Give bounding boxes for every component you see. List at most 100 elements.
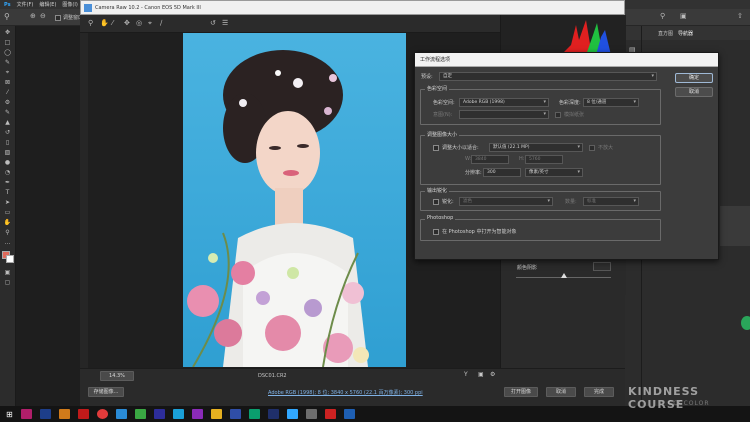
brush-tool-icon[interactable]: ✎	[3, 109, 12, 116]
history-brush-tool-icon[interactable]: ↺	[3, 129, 12, 136]
shape-tool-icon[interactable]: ▭	[3, 209, 12, 216]
taskbar-app-icon[interactable]	[20, 409, 32, 419]
taskbar-app-icon[interactable]	[229, 409, 241, 419]
done-button[interactable]: 完成	[584, 387, 614, 397]
zoom-tool-icon[interactable]: ⚲	[4, 12, 10, 21]
taskbar-app-icon[interactable]	[39, 409, 51, 419]
crop-tool-icon[interactable]: ⌖	[148, 19, 152, 28]
taskbar-app-icon[interactable]	[96, 409, 108, 419]
taskbar-app-icon[interactable]	[115, 409, 127, 419]
share-icon[interactable]: ⇧	[737, 12, 743, 20]
taskbar-app-icon[interactable]	[305, 409, 317, 419]
smart-object-label: 在 Photoshop 中打开为智能对象	[442, 229, 517, 235]
resize-fit-select[interactable]: 默认值 (22.1 MP)	[489, 143, 583, 152]
taskbar-app-icon[interactable]	[58, 409, 70, 419]
dodge-tool-icon[interactable]: ◔	[3, 169, 12, 176]
crop-tool-icon[interactable]: ⌖	[3, 69, 12, 76]
zoom-out-icon[interactable]: ⊖	[40, 12, 46, 20]
taskbar-app-icon[interactable]	[267, 409, 279, 419]
taskbar-app-icon[interactable]	[210, 409, 222, 419]
color-depth-select[interactable]: 8 位/通道	[583, 98, 639, 107]
ok-button[interactable]: 确定	[675, 73, 713, 83]
workflow-options-link[interactable]: Adobe RGB (1998); 8 位; 3840 x 5760 (22.1…	[268, 389, 423, 396]
chat-bubble-icon[interactable]	[741, 316, 750, 330]
stamp-tool-icon[interactable]: ▲	[3, 119, 12, 126]
color-sampler-tool-icon[interactable]: ✥	[124, 19, 130, 27]
taskbar-app-icon[interactable]	[286, 409, 298, 419]
taskbar-app-icon[interactable]	[77, 409, 89, 419]
eyedropper-tool-icon[interactable]: ⁄	[3, 89, 12, 96]
taskbar-app-icon[interactable]	[343, 409, 355, 419]
ps-logo-icon[interactable]: Ps	[4, 2, 11, 8]
taskbar-app-icon[interactable]	[172, 409, 184, 419]
open-image-button[interactable]: 打开图像	[504, 387, 538, 397]
type-tool-icon[interactable]: T	[3, 189, 12, 196]
preview-photo	[183, 33, 406, 367]
screen-mode-icon[interactable]: ▢	[3, 279, 12, 286]
menu-edit[interactable]: 编辑(E)	[39, 1, 56, 8]
hand-tool-icon[interactable]: ✋	[100, 19, 109, 27]
workflow-options-dialog: 工作流程选项 预设: 自定 确定 取消 色彩空间 色彩空间: Adobe RGB…	[414, 52, 719, 260]
color-space-heading: 色彩空间	[425, 85, 450, 92]
background-color-swatch[interactable]	[6, 255, 14, 263]
preferences-icon[interactable]: ☰	[222, 19, 228, 27]
slider-thumb[interactable]	[561, 273, 567, 278]
frame-tool-icon[interactable]: ⊠	[3, 79, 12, 86]
color-space-select[interactable]: Adobe RGB (1998)	[459, 98, 549, 107]
simulate-paper-checkbox	[555, 112, 561, 118]
target-adjust-tool-icon[interactable]: ◎	[136, 19, 142, 27]
preset-select[interactable]: 自定	[439, 72, 657, 81]
resolution-label: 分辨率:	[465, 170, 482, 176]
resize-window-checkbox[interactable]	[55, 15, 61, 21]
lasso-tool-icon[interactable]: ◯	[3, 49, 12, 56]
path-select-tool-icon[interactable]: ➤	[3, 199, 12, 206]
zoom-level-field[interactable]: 14.3%	[100, 371, 134, 381]
watermark-subtext: CCCCOLOR	[668, 400, 710, 407]
taskbar-app-icon[interactable]	[324, 409, 336, 419]
smart-object-checkbox[interactable]	[433, 229, 439, 235]
gradient-tool-icon[interactable]: ▧	[3, 149, 12, 156]
zoom-in-icon[interactable]: ⊕	[30, 12, 36, 20]
resolution-field[interactable]: 300	[483, 168, 521, 177]
marquee-tool-icon[interactable]: □	[3, 39, 12, 46]
move-tool-icon[interactable]: ✥	[3, 29, 12, 36]
pen-tool-icon[interactable]: ✒	[3, 179, 12, 186]
taskbar-app-icon[interactable]	[153, 409, 165, 419]
hand-tool-icon[interactable]: ✋	[3, 219, 12, 226]
zoom-tool-icon[interactable]: ⚲	[88, 19, 93, 27]
resolution-unit-select[interactable]: 像素/英寸	[525, 168, 583, 177]
compare-icon[interactable]: Y	[464, 371, 468, 378]
blur-tool-icon[interactable]: ●	[3, 159, 12, 166]
tab-histogram[interactable]: 直方图	[658, 30, 673, 37]
windows-start-icon[interactable]: ⊞	[6, 410, 13, 419]
color-space-group	[420, 89, 661, 125]
quick-mask-icon[interactable]: ▣	[3, 269, 12, 276]
settings-icon[interactable]: ⚙	[490, 371, 495, 378]
cancel-button[interactable]: 取消	[675, 87, 713, 97]
camera-raw-tool-strip: ⚲ ✋ ⁄ ✥ ◎ ⌖ ∕ ↺ ☰	[80, 15, 500, 33]
workspace-icon[interactable]: ▣	[680, 12, 687, 20]
slider-label: 颜色阴影	[517, 265, 538, 271]
straighten-tool-icon[interactable]: ∕	[160, 19, 162, 27]
taskbar-app-icon[interactable]	[134, 409, 146, 419]
healing-tool-icon[interactable]: ⚙	[3, 99, 12, 106]
width-field: 3840	[471, 155, 509, 164]
taskbar-app-icon[interactable]	[191, 409, 203, 419]
save-image-button[interactable]: 存储图像...	[88, 387, 124, 397]
menu-image[interactable]: 图像(I)	[62, 1, 77, 8]
search-icon[interactable]: ⚲	[660, 12, 665, 20]
toggle-icon[interactable]: ▣	[478, 371, 484, 378]
more-tools-icon[interactable]: …	[3, 239, 12, 246]
cancel-button[interactable]: 取消	[546, 387, 576, 397]
slider-value-field[interactable]	[593, 262, 611, 271]
resize-checkbox[interactable]	[433, 145, 439, 151]
sharpen-checkbox[interactable]	[433, 199, 439, 205]
white-balance-tool-icon[interactable]: ⁄	[112, 19, 113, 27]
taskbar-app-icon[interactable]	[248, 409, 260, 419]
menu-file[interactable]: 文件(F)	[17, 1, 34, 8]
tab-navigator[interactable]: 导航器	[678, 30, 693, 37]
zoom-tool-icon[interactable]: ⚲	[3, 229, 12, 236]
quick-select-tool-icon[interactable]: ✎	[3, 59, 12, 66]
eraser-tool-icon[interactable]: ▯	[3, 139, 12, 146]
rotate-icon[interactable]: ↺	[210, 19, 216, 27]
